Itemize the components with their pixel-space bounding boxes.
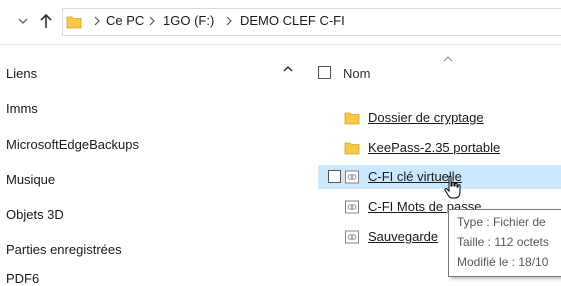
select-all-checkbox[interactable] xyxy=(318,66,331,79)
tooltip-modified: Modifié le : 18/10 xyxy=(457,255,549,269)
file-icon xyxy=(345,200,359,214)
list-item-label[interactable]: Dossier de cryptage xyxy=(368,110,484,125)
chevron-right-icon xyxy=(149,16,155,26)
nav-item-parties[interactable]: Parties enregistrées xyxy=(6,242,122,257)
breadcrumb-this-pc[interactable]: Ce PC xyxy=(106,13,144,28)
tooltip-size: Taille : 112 octets xyxy=(457,235,549,249)
nav-item-objets-3d[interactable]: Objets 3D xyxy=(6,207,64,222)
nav-item-imms[interactable]: Imms xyxy=(6,101,38,116)
file-info-tooltip: Type : Fichier de Taille : 112 octets Mo… xyxy=(448,209,561,277)
row-checkbox[interactable] xyxy=(328,170,341,183)
file-icon xyxy=(345,170,359,184)
sort-ascending-icon xyxy=(443,56,453,62)
chevron-right-icon xyxy=(226,16,232,26)
list-item-hovered[interactable]: C-FI clé virtuelle xyxy=(318,165,561,189)
chevron-right-icon xyxy=(94,16,100,26)
hand-cursor-icon xyxy=(444,175,461,199)
list-item[interactable]: KeePass-2.35 portable xyxy=(318,136,561,160)
list-item[interactable]: Dossier de cryptage xyxy=(318,106,561,130)
list-item-label[interactable]: Sauvegarde xyxy=(368,229,438,244)
nav-item-liens[interactable]: Liens xyxy=(6,66,37,81)
nav-item-edge-backups[interactable]: MicrosoftEdgeBackups xyxy=(6,137,139,152)
folder-icon xyxy=(66,16,82,29)
file-icon xyxy=(345,230,359,244)
column-header-name[interactable]: Nom xyxy=(343,66,370,81)
address-bar: Ce PC 1GO (F:) DEMO CLEF C-FI xyxy=(0,0,561,45)
breadcrumb-folder[interactable]: DEMO CLEF C-FI xyxy=(240,13,345,28)
folder-icon xyxy=(344,112,360,125)
folder-icon xyxy=(344,142,360,155)
scroll-up-icon[interactable] xyxy=(282,64,294,74)
nav-item-musique[interactable]: Musique xyxy=(6,172,55,187)
up-arrow-icon[interactable] xyxy=(38,12,54,30)
chevron-down-icon[interactable] xyxy=(16,14,30,28)
breadcrumb-drive[interactable]: 1GO (F:) xyxy=(163,13,214,28)
list-item-label[interactable]: KeePass-2.35 portable xyxy=(368,140,500,155)
tooltip-type: Type : Fichier de xyxy=(457,215,546,229)
